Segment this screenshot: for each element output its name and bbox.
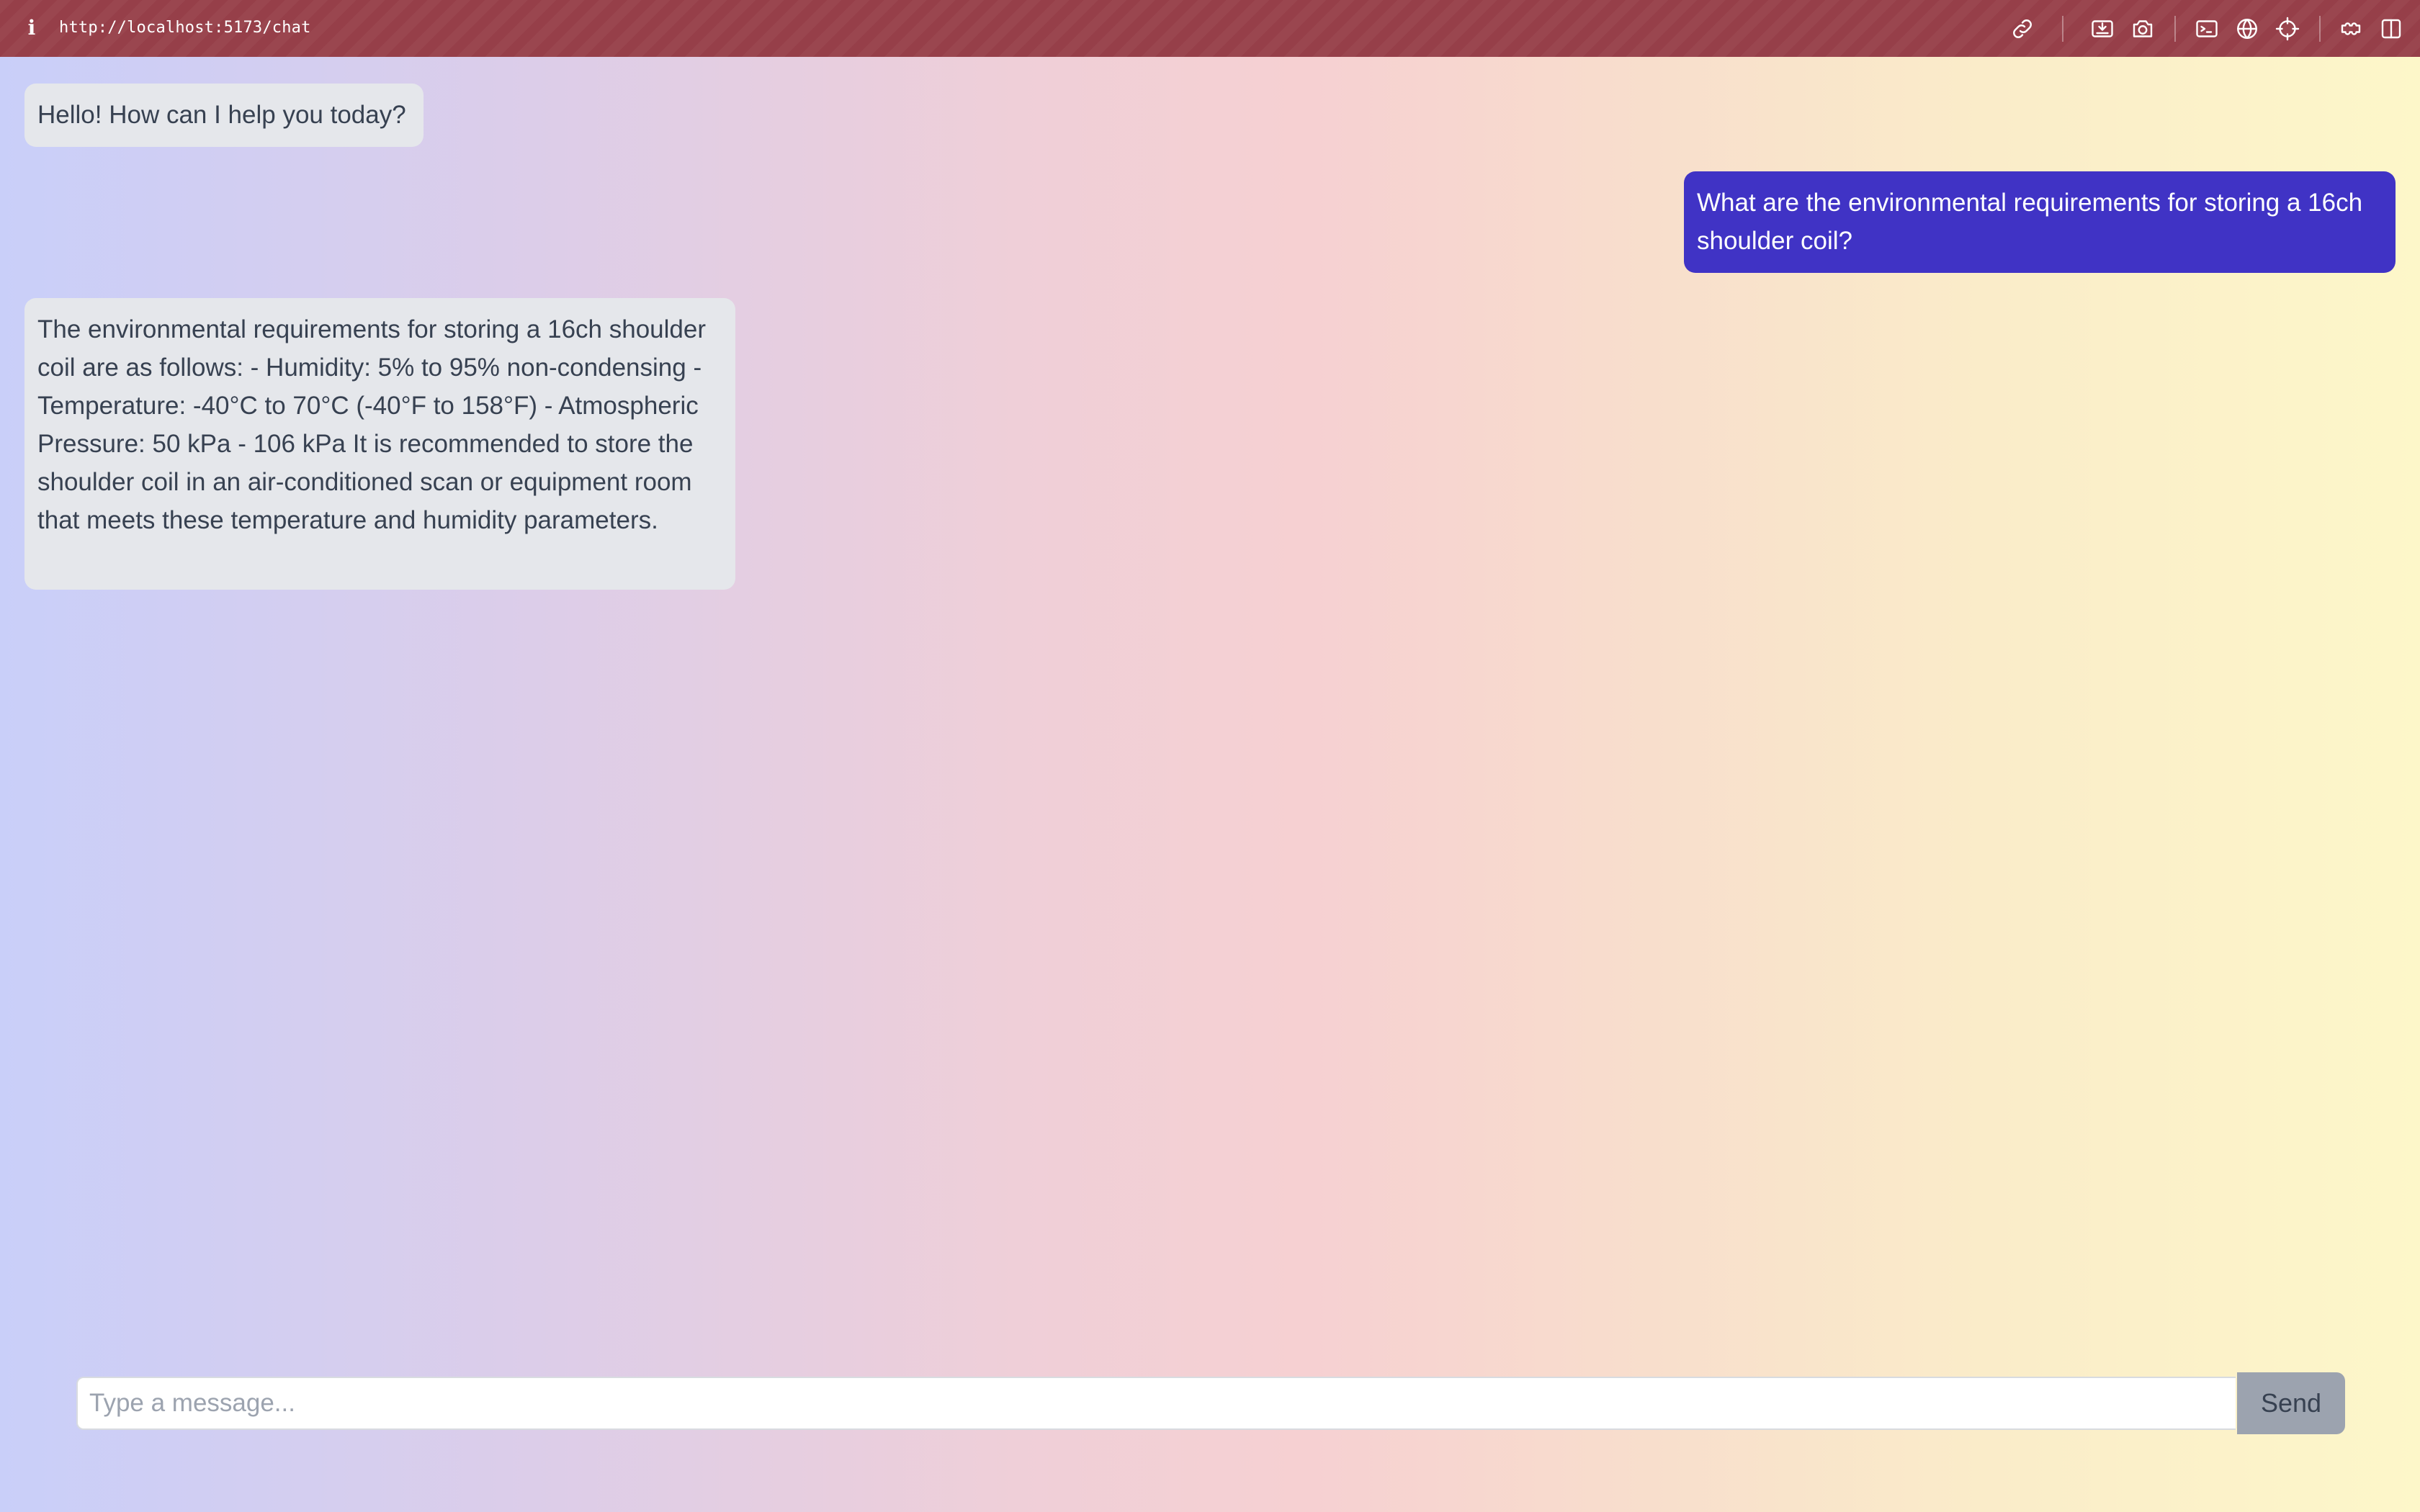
screenshot-area-icon[interactable] [2089,16,2115,42]
toolbar-divider [2174,16,2176,42]
crosshair-icon[interactable] [2275,16,2300,42]
camera-icon[interactable] [2130,16,2156,42]
info-icon[interactable]: i [24,16,39,40]
globe-icon[interactable] [2234,16,2260,42]
address-bar-url[interactable]: http://localhost:5173/chat [59,17,311,39]
browser-toolbar: i http://localhost:5173/chat [0,0,2420,57]
send-button[interactable]: Send [2237,1372,2345,1434]
user-message: What are the environmental requirements … [1684,171,2396,273]
terminal-icon[interactable] [2194,16,2220,42]
extension-icon[interactable] [2338,16,2364,42]
assistant-message: Hello! How can I help you today? [24,84,424,147]
message-composer: Send [76,1372,2345,1434]
assistant-message: The environmental requirements for stori… [24,298,735,590]
toolbar-divider [2062,16,2063,42]
message-input[interactable] [76,1377,2236,1430]
toolbar-divider [2319,16,2321,42]
link-icon[interactable] [2009,16,2035,42]
split-view-icon[interactable] [2378,16,2404,42]
